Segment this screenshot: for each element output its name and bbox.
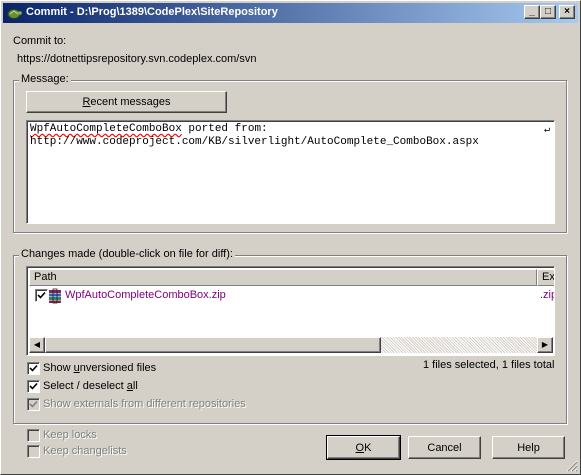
checkmark-icon	[29, 364, 38, 372]
scrollbar-thumb[interactable]	[45, 337, 381, 353]
table-row[interactable]: WpfAutoCompleteComboBox.zip .zip	[31, 288, 554, 304]
cancel-button[interactable]: Cancel	[408, 436, 481, 459]
commit-to-label: Commit to:	[13, 35, 67, 47]
file-path[interactable]: WpfAutoCompleteComboBox.zip	[65, 289, 226, 301]
show-externals-label: Show externals from different repositori…	[43, 398, 246, 410]
ok-button[interactable]: OK	[326, 435, 401, 460]
files-status: 1 files selected, 1 files total	[423, 359, 555, 371]
changes-group-label: Changes made (double-click on file for d…	[19, 248, 235, 260]
keep-locks-checkbox	[27, 429, 40, 442]
select-all-checkbox[interactable]	[27, 380, 40, 393]
column-header-path[interactable]: Path	[29, 269, 537, 286]
ok-button-label: OK	[355, 441, 372, 454]
select-all-label[interactable]: Select / deselect all	[43, 380, 138, 392]
message-group-label: Message:	[19, 73, 71, 85]
column-header-ext[interactable]: Ex	[537, 269, 554, 286]
title-bar[interactable]: Commit - D:\Prog\1389\CodePlex\SiteRepos…	[3, 3, 578, 23]
scroll-left-icon[interactable]: ◀	[29, 337, 45, 353]
resize-grip-icon[interactable]	[566, 460, 578, 472]
recent-messages-label: Recent messages	[82, 96, 171, 108]
checkmark-icon	[29, 382, 38, 390]
return-arrow-icon: ↵	[543, 125, 550, 136]
maximize-button[interactable]: □	[540, 5, 556, 19]
minimize-button[interactable]: _	[524, 5, 540, 19]
help-button[interactable]: Help	[492, 436, 565, 459]
checkmark-icon	[37, 291, 46, 299]
message-line-1-rest: ported from:	[181, 123, 268, 135]
message-line-1: WpfAutoCompleteComboBox ported from:	[30, 123, 551, 136]
show-unversioned-checkbox[interactable]	[27, 362, 40, 375]
zip-archive-icon	[49, 288, 61, 304]
message-textarea[interactable]: WpfAutoCompleteComboBox ported from: htt…	[26, 120, 555, 224]
show-externals-checkbox	[27, 398, 40, 411]
tortoise-svn-icon	[7, 9, 22, 19]
changes-list[interactable]: Path Ex WpfAutoCompleteComboBox.zip .zip…	[26, 266, 555, 356]
spell-error-word: WpfAutoCompleteComboBox	[30, 123, 182, 135]
close-button[interactable]: ×	[559, 5, 575, 19]
recent-messages-button[interactable]: Recent messages	[26, 91, 227, 113]
window-title: Commit - D:\Prog\1389\CodePlex\SiteRepos…	[26, 6, 278, 18]
horizontal-scrollbar[interactable]: ◀ ▶	[29, 337, 553, 353]
show-unversioned-label[interactable]: Show unversioned files	[43, 362, 156, 374]
commit-dialog: Commit - D:\Prog\1389\CodePlex\SiteRepos…	[0, 0, 581, 475]
checkmark-icon	[29, 400, 38, 408]
keep-locks-label: Keep locks	[43, 429, 97, 441]
message-line-2: http://www.codeproject.com/KB/silverligh…	[30, 136, 479, 148]
file-extension: .zip	[540, 289, 554, 301]
scroll-right-icon[interactable]: ▶	[537, 337, 553, 353]
keep-changelists-label: Keep changelists	[43, 445, 127, 457]
keep-changelists-checkbox	[27, 445, 40, 458]
commit-url: https://dotnettipsrepository.svn.codeple…	[17, 53, 257, 65]
